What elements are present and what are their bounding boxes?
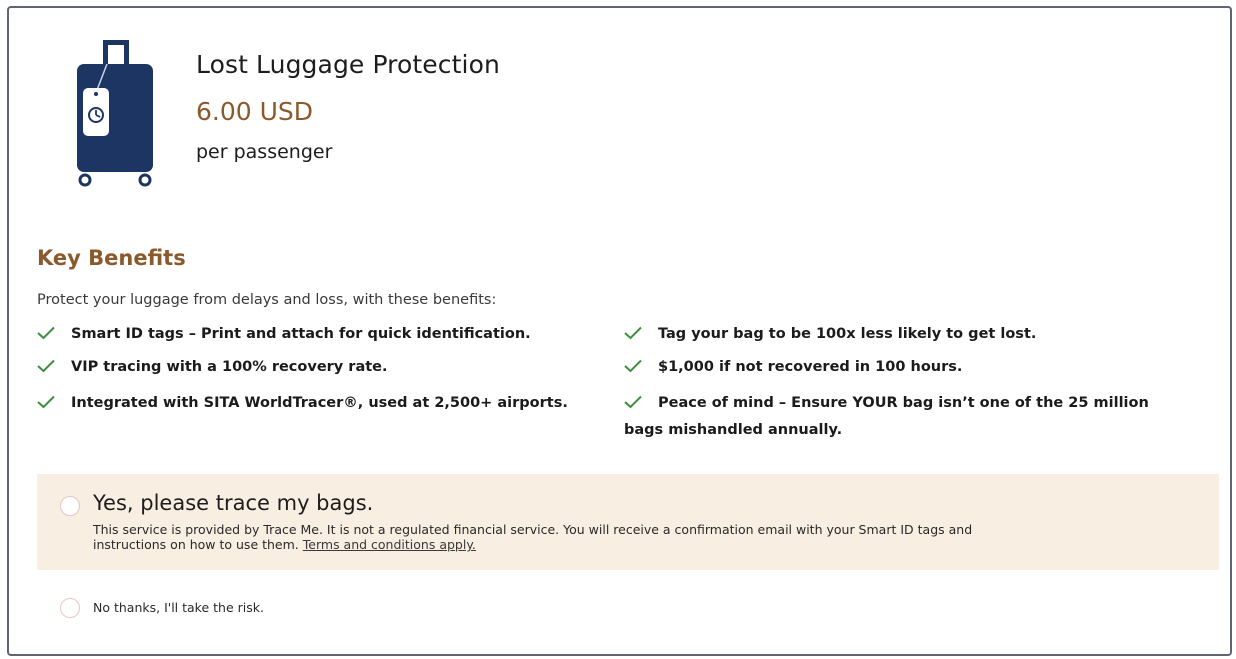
benefits-intro: Protect your luggage from delays and los… bbox=[37, 292, 497, 308]
option-yes-trace-bags[interactable]: Yes, please trace my bags. This service … bbox=[37, 474, 1219, 570]
luggage-icon bbox=[67, 38, 167, 188]
option-yes-description: This service is provided by Trace Me. It… bbox=[93, 522, 1173, 552]
benefits-heading: Key Benefits bbox=[37, 246, 186, 270]
radio-yes[interactable] bbox=[60, 496, 80, 516]
check-icon bbox=[37, 359, 55, 373]
benefit-item: Peace of mind – Ensure YOUR bag isn’t on… bbox=[624, 390, 1199, 450]
option-no-label[interactable]: No thanks, I'll take the risk. bbox=[93, 600, 264, 615]
check-icon bbox=[624, 395, 642, 409]
option-yes-label[interactable]: Yes, please trace my bags. bbox=[93, 491, 373, 515]
terms-and-conditions-link[interactable]: Terms and conditions apply. bbox=[303, 537, 476, 552]
benefit-text: Peace of mind – Ensure YOUR bag isn’t on… bbox=[658, 395, 1149, 411]
benefit-text-continued: bags mishandled annually. bbox=[624, 422, 843, 438]
radio-no[interactable] bbox=[60, 598, 80, 618]
benefit-text: Tag your bag to be 100x less likely to g… bbox=[658, 326, 1037, 342]
check-icon bbox=[624, 359, 642, 373]
check-icon bbox=[37, 326, 55, 340]
benefit-item: Tag your bag to be 100x less likely to g… bbox=[624, 321, 1184, 348]
benefit-item: VIP tracing with a 100% recovery rate. bbox=[37, 354, 597, 381]
benefit-text: Integrated with SITA WorldTracer®, used … bbox=[71, 395, 568, 411]
benefit-text: VIP tracing with a 100% recovery rate. bbox=[71, 359, 388, 375]
product-price: 6.00 USD bbox=[196, 97, 314, 126]
description-line-2: instructions on how to use them. bbox=[93, 537, 299, 552]
benefit-item: Smart ID tags – Print and attach for qui… bbox=[37, 321, 597, 348]
description-line-1: This service is provided by Trace Me. It… bbox=[93, 522, 973, 537]
benefit-item: $1,000 if not recovered in 100 hours. bbox=[624, 354, 1184, 381]
check-icon bbox=[37, 395, 55, 409]
luggage-protection-card: Lost Luggage Protection 6.00 USD per pas… bbox=[7, 6, 1232, 656]
check-icon bbox=[624, 326, 642, 340]
price-unit: per passenger bbox=[196, 141, 333, 163]
benefit-item: Integrated with SITA WorldTracer®, used … bbox=[37, 390, 597, 417]
benefit-text: $1,000 if not recovered in 100 hours. bbox=[658, 359, 963, 375]
product-title: Lost Luggage Protection bbox=[196, 50, 500, 79]
option-no-thanks[interactable]: No thanks, I'll take the risk. bbox=[37, 594, 637, 622]
benefit-text: Smart ID tags – Print and attach for qui… bbox=[71, 326, 531, 342]
